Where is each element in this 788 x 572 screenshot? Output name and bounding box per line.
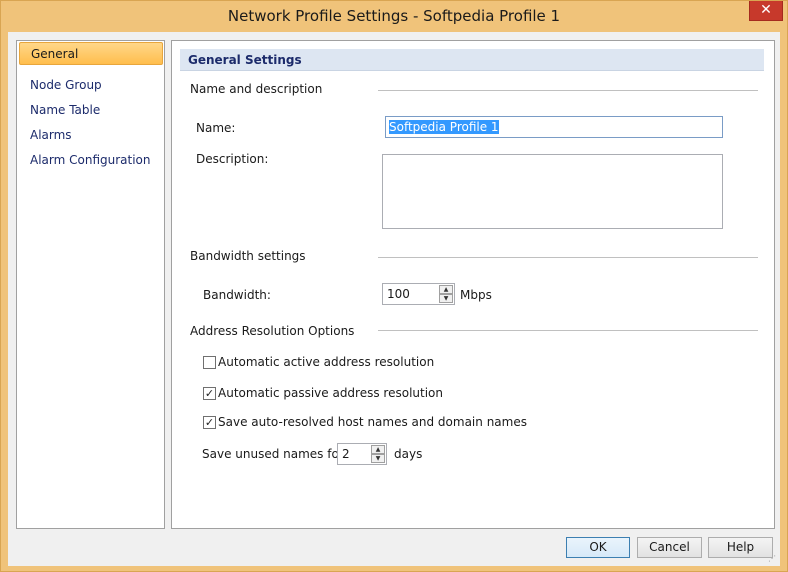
nav-item-alarm-configuration[interactable]: Alarm Configuration [19,149,163,172]
spin-down-icon[interactable]: ▼ [439,294,453,303]
bandwidth-label: Bandwidth: [203,288,271,302]
nav-item-node-group[interactable]: Node Group [19,74,163,97]
description-label: Description: [196,152,269,166]
save-resolved-checkbox[interactable]: ✓ [203,416,216,429]
address-resolution-divider [378,330,758,331]
cancel-button[interactable]: Cancel [637,537,702,558]
title-bar[interactable]: Network Profile Settings - Softpedia Pro… [1,1,787,32]
window-title: Network Profile Settings - Softpedia Pro… [227,7,561,25]
save-unused-value: 2 [342,447,350,461]
nav-item-alarms[interactable]: Alarms [19,124,163,147]
bandwidth-value: 100 [387,287,410,301]
bandwidth-group-label: Bandwidth settings [190,249,306,263]
auto-passive-checkbox[interactable]: ✓ [203,387,216,400]
spin-down-icon[interactable]: ▼ [371,454,385,463]
bandwidth-stepper[interactable]: 100 ▲ ▼ [382,283,455,305]
help-button[interactable]: Help [708,537,773,558]
save-unused-label: Save unused names for: [202,447,348,461]
description-textarea[interactable] [382,154,723,229]
resize-grip-icon[interactable]: ⋰ [768,554,778,564]
bandwidth-unit: Mbps [460,288,492,302]
dialog-client-area: General Node Group Name Table Alarms Ala… [8,32,780,566]
spin-up-icon[interactable]: ▲ [371,445,385,454]
dialog-window: Network Profile Settings - Softpedia Pro… [0,0,788,572]
bandwidth-stepper-buttons: ▲ ▼ [439,285,453,303]
settings-nav: General Node Group Name Table Alarms Ala… [16,40,165,529]
nav-item-name-table[interactable]: Name Table [19,99,163,122]
save-unused-stepper[interactable]: 2 ▲ ▼ [337,443,387,465]
auto-passive-label[interactable]: Automatic passive address resolution [218,386,443,400]
auto-active-label[interactable]: Automatic active address resolution [218,355,434,369]
panel-header: General Settings [180,49,764,71]
save-resolved-label[interactable]: Save auto-resolved host names and domain… [218,415,527,429]
auto-active-checkbox[interactable] [203,356,216,369]
ok-button[interactable]: OK [566,537,630,558]
bandwidth-divider [378,257,758,258]
address-resolution-group-label: Address Resolution Options [190,324,355,338]
name-input[interactable]: Softpedia Profile 1 [385,116,723,138]
close-icon[interactable]: ✕ [749,1,783,21]
name-label: Name: [196,121,236,135]
nav-item-general[interactable]: General [19,42,163,65]
save-unused-stepper-buttons: ▲ ▼ [371,445,385,463]
save-unused-unit: days [394,447,423,461]
general-settings-panel: General Settings Name and description Na… [171,40,775,529]
name-description-group-label: Name and description [190,82,323,96]
name-description-divider [378,90,758,91]
name-input-value: Softpedia Profile 1 [389,120,499,134]
spin-up-icon[interactable]: ▲ [439,285,453,294]
